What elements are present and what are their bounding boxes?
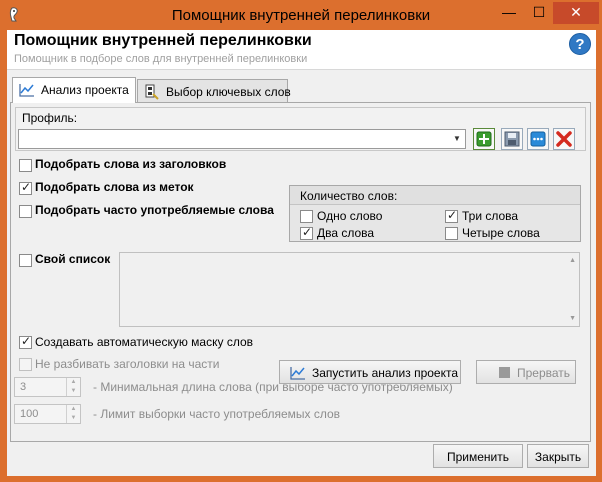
- run-analysis-button[interactable]: Запустить анализ проекта: [279, 360, 461, 384]
- from-headings-checkbox[interactable]: [19, 159, 32, 172]
- chevron-down-icon[interactable]: ▼: [449, 130, 465, 148]
- spinner-arrows-icon[interactable]: ▲ ▼: [66, 405, 80, 423]
- word-count-title: Количество слов:: [290, 186, 580, 205]
- auto-mask-checkbox[interactable]: [19, 334, 32, 349]
- from-tags-checkbox[interactable]: [19, 180, 32, 195]
- min-length-spinner[interactable]: 3 ▲ ▼: [14, 377, 81, 397]
- tab-keyword-selection[interactable]: Выбор ключевых слов: [137, 79, 291, 102]
- chart-icon: [19, 84, 34, 97]
- three-words-label: Три слова: [462, 209, 519, 223]
- auto-mask-label: Создавать автоматическую маску слов: [35, 335, 254, 349]
- stop-button[interactable]: Прервать: [476, 360, 576, 384]
- chart-icon: [290, 367, 305, 380]
- profile-label: Профиль:: [22, 111, 78, 125]
- four-words-label: Четыре слова: [462, 226, 540, 240]
- delete-profile-button[interactable]: [553, 128, 575, 150]
- delete-icon: [556, 131, 572, 147]
- page-subtitle: Помощник в подборе слов для внутренней п…: [14, 53, 308, 65]
- stop-icon: [499, 367, 510, 378]
- one-word-label: Одно слово: [317, 209, 383, 223]
- close-button[interactable]: Закрыть: [527, 444, 589, 468]
- client-area: Помощник внутренней перелинковки Помощни…: [7, 30, 596, 476]
- more-options-button[interactable]: [527, 128, 549, 150]
- save-profile-button[interactable]: [501, 128, 523, 150]
- help-icon[interactable]: ?: [569, 33, 591, 55]
- analysis-panel: Профиль: ▼ Подобрать слова из заголовков…: [10, 102, 591, 442]
- own-list-label: Свой список: [35, 252, 111, 266]
- frequent-words-checkbox[interactable]: [19, 205, 32, 218]
- tab-project-analysis[interactable]: Анализ проекта: [12, 77, 136, 103]
- frequent-words-label: Подобрать часто употребляемые слова: [35, 203, 274, 217]
- own-list-checkbox[interactable]: [19, 254, 32, 267]
- from-tags-label: Подобрать слова из меток: [35, 180, 194, 194]
- spinner-arrows-icon[interactable]: ▲ ▼: [66, 378, 80, 396]
- close-window-button[interactable]: ✕: [553, 2, 599, 24]
- tab-label: Анализ проекта: [41, 83, 129, 97]
- minimize-button[interactable]: —: [495, 2, 523, 24]
- no-split-headings-label: Не разбивать заголовки на части: [35, 357, 220, 371]
- profile-combobox[interactable]: ▼: [18, 129, 466, 149]
- limit-label: - Лимит выборки часто употребляемых слов: [93, 407, 341, 421]
- tab-label: Выбор ключевых слов: [166, 85, 291, 99]
- add-profile-button[interactable]: [473, 128, 495, 150]
- apply-button[interactable]: Применить: [433, 444, 523, 468]
- from-headings-label: Подобрать слова из заголовков: [35, 157, 227, 171]
- plus-icon: [476, 131, 492, 147]
- scroll-up-icon[interactable]: ▲: [569, 257, 576, 264]
- keywords-icon: [145, 84, 159, 100]
- apply-label: Применить: [446, 450, 509, 464]
- app-window: Помощник внутренней перелинковки — ☐ ✕ П…: [0, 0, 602, 482]
- no-split-headings-checkbox[interactable]: [19, 358, 32, 371]
- scroll-down-icon[interactable]: ▼: [569, 315, 576, 322]
- own-list-textarea[interactable]: ▲ ▼: [119, 252, 580, 327]
- stop-label: Прервать: [517, 366, 571, 380]
- limit-value: 100: [20, 408, 39, 420]
- limit-spinner[interactable]: 100 ▲ ▼: [14, 404, 81, 424]
- three-words-checkbox[interactable]: [445, 208, 458, 223]
- one-word-checkbox[interactable]: [300, 210, 313, 223]
- header: Помощник внутренней перелинковки Помощни…: [7, 30, 596, 70]
- ellipsis-icon: [530, 131, 546, 147]
- min-length-value: 3: [20, 381, 27, 393]
- page-title: Помощник внутренней перелинковки: [14, 32, 312, 49]
- title-bar[interactable]: Помощник внутренней перелинковки — ☐ ✕: [0, 0, 602, 30]
- word-count-group: Количество слов: Одно слово Два слова Тр…: [289, 185, 581, 242]
- two-words-label: Два слова: [317, 226, 375, 240]
- profile-group: Профиль: ▼: [15, 107, 586, 151]
- two-words-checkbox[interactable]: [300, 225, 313, 240]
- close-label: Закрыть: [534, 450, 582, 464]
- maximize-button[interactable]: ☐: [525, 2, 553, 24]
- four-words-checkbox[interactable]: [445, 227, 458, 240]
- floppy-disk-icon: [504, 131, 520, 147]
- run-analysis-label: Запустить анализ проекта: [312, 366, 459, 380]
